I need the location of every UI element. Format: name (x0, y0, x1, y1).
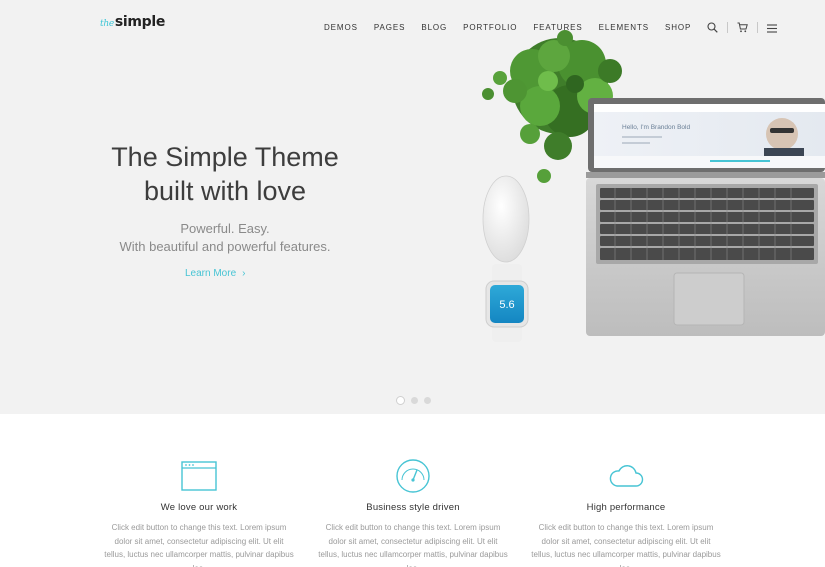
feature-card: High performance Click edit button to ch… (531, 458, 721, 567)
hero-title: The Simple Theme built with love (90, 140, 360, 208)
hero-title-line-1: The Simple Theme (111, 142, 339, 172)
logo-prefix: the (100, 19, 114, 29)
learn-more-label: Learn More (185, 268, 237, 279)
logo-name: simple (114, 14, 166, 30)
mouse-image (482, 175, 530, 263)
hero-subtitle: Powerful. Easy. With beautiful and power… (90, 220, 360, 256)
feature-description: Click edit button to change this text. L… (104, 523, 294, 567)
feature-description: Click edit button to change this text. L… (318, 523, 508, 567)
feature-card: We love our work Click edit button to ch… (104, 458, 294, 567)
learn-more-link[interactable]: Learn More › (185, 268, 245, 279)
feature-title: Business style driven (366, 502, 460, 513)
nav-item-pages[interactable]: PAGES (374, 23, 405, 32)
hero-title-line-2: built with love (143, 176, 307, 206)
laptop-image: Hello, I'm Brandon Bold (586, 98, 825, 336)
smartwatch-image: 5.6 (485, 264, 529, 342)
feature-title: We love our work (160, 502, 238, 513)
site-logo[interactable]: thesimple (100, 14, 165, 30)
features-section: We love our work Click edit button to ch… (0, 414, 825, 567)
watch-display-value: 5.6 (499, 299, 514, 311)
laptop-screen-headline: Hello, I'm Brandon Bold (622, 124, 690, 131)
cloud-icon (531, 458, 721, 494)
slider-dot-3[interactable] (424, 397, 431, 404)
slider-dot-2[interactable] (411, 397, 418, 404)
nav-item-demos[interactable]: DEMOS (324, 23, 358, 32)
slider-dot-1[interactable] (396, 396, 405, 405)
chevron-right-icon: › (242, 268, 246, 279)
feature-card: Business style driven Click edit button … (318, 458, 508, 567)
feature-description: Click edit button to change this text. L… (531, 523, 721, 567)
hero-section: thesimple DEMOS PAGES BLOG PORTFOLIO FEA… (0, 0, 825, 414)
browser-window-icon (104, 458, 294, 494)
hero-illustration: 5.6 Hello, I'm Brandon Bold (482, 30, 825, 342)
hero-subtitle-line-1: Powerful. Easy. (180, 221, 270, 236)
hero-subtitle-line-2: With beautiful and powerful features. (119, 239, 331, 254)
feature-title: High performance (586, 502, 666, 513)
nav-item-blog[interactable]: BLOG (421, 23, 447, 32)
slider-pagination (396, 396, 431, 405)
speedometer-icon (318, 458, 508, 494)
